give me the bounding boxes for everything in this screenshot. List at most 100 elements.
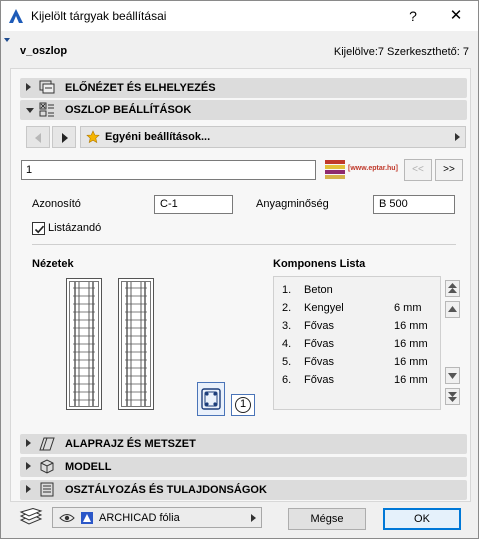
- layer-stack-icon: [19, 508, 43, 525]
- section-number: 1: [239, 398, 247, 410]
- scroll-to-bottom-button[interactable]: [445, 388, 460, 405]
- eptar-logo-mark: [325, 160, 345, 179]
- collapse-marker-icon[interactable]: [4, 38, 10, 42]
- item-number: 2.: [282, 302, 292, 314]
- chevron-right-icon: [455, 133, 460, 141]
- expand-arrow-icon: [26, 439, 31, 447]
- section-label: OSZTÁLYOZÁS ÉS TULAJDONSÁGOK: [65, 484, 267, 496]
- previous-page-button[interactable]: <<: [404, 159, 432, 181]
- section-label: ALAPRAJZ ÉS METSZET: [65, 438, 196, 450]
- list-item[interactable]: 4. Fővas 16 mm: [274, 338, 442, 356]
- listed-label: Listázandó: [48, 222, 102, 234]
- down-arrow-icon: [448, 373, 457, 379]
- favorites-dropdown[interactable]: Egyéni beállítások...: [80, 126, 466, 148]
- list-item[interactable]: 2. Kengyel 6 mm: [274, 302, 442, 320]
- component-list: 1. Beton 2. Kengyel 6 mm 3. Fővas 16 mm …: [273, 276, 441, 410]
- id-label: Azonosító: [32, 198, 81, 210]
- next-favorite-button[interactable]: [52, 126, 76, 148]
- item-number: 1.: [282, 284, 292, 296]
- close-button[interactable]: ✕: [441, 5, 471, 27]
- listed-checkbox[interactable]: [32, 222, 45, 235]
- settings-dialog: Kijelölt tárgyak beállításai ? ✕ v_oszlo…: [0, 0, 479, 539]
- cross-section-icon: [201, 388, 221, 410]
- logo-text: [www.eptar.hu]: [348, 165, 398, 172]
- section-label: ELŐNÉZET ÉS ELHELYEZÉS: [65, 82, 216, 94]
- components-heading: Komponens Lista: [273, 258, 366, 270]
- list-item[interactable]: 5. Fővas 16 mm: [274, 356, 442, 374]
- classification-list-icon: [40, 482, 54, 497]
- scroll-to-top-button[interactable]: [445, 280, 460, 297]
- next-page-button[interactable]: >>: [435, 159, 463, 181]
- element-name: v_oszlop: [20, 45, 68, 57]
- selection-info: Kijelölve:7 Szerkeszthető: 7: [333, 46, 469, 58]
- right-arrow-icon: [62, 133, 68, 143]
- views-heading: Nézetek: [32, 258, 74, 270]
- double-up-arrow-icon: [448, 283, 457, 293]
- section-model-header[interactable]: MODELL: [20, 457, 467, 477]
- ok-button[interactable]: OK: [383, 508, 461, 530]
- item-name: Fővas: [304, 338, 334, 350]
- layer-label: ARCHICAD fólia: [99, 512, 180, 524]
- up-arrow-icon: [448, 306, 457, 312]
- scroll-down-button[interactable]: [445, 367, 460, 384]
- eptar-logo: [www.eptar.hu]: [323, 159, 398, 181]
- item-name: Fővas: [304, 320, 334, 332]
- scroll-up-button[interactable]: [445, 301, 460, 318]
- material-label: Anyagminőség: [256, 198, 329, 210]
- chevron-right-icon: [251, 514, 256, 522]
- checkmark-icon: [34, 225, 45, 234]
- archicad-app-icon: [9, 9, 23, 23]
- item-number: 3.: [282, 320, 292, 332]
- item-name: Fővas: [304, 374, 334, 386]
- item-name: Kengyel: [304, 302, 344, 314]
- collapse-arrow-icon: [26, 108, 34, 113]
- item-size: 6 mm: [394, 302, 422, 314]
- floorplan-section-icon: [39, 437, 55, 451]
- item-size: 16 mm: [394, 356, 428, 368]
- divider: [32, 244, 456, 245]
- section-label: MODELL: [65, 461, 112, 473]
- title-bar: Kijelölt tárgyak beállításai ? ✕: [1, 1, 478, 31]
- window-title: Kijelölt tárgyak beállításai: [31, 9, 167, 23]
- previous-favorite-button[interactable]: [26, 126, 50, 148]
- eye-icon: [59, 514, 75, 522]
- favorites-star-icon: [86, 130, 100, 144]
- cross-section-view-button[interactable]: [197, 382, 225, 416]
- section-column-settings-header[interactable]: OSZLOP BEÁLLÍTÁSOK: [20, 100, 467, 120]
- item-size: 16 mm: [394, 338, 428, 350]
- left-arrow-icon: [35, 133, 41, 143]
- layer-dropdown[interactable]: ARCHICAD fólia: [52, 507, 262, 528]
- item-name: Fővas: [304, 356, 334, 368]
- favorites-bar: Egyéni beállítások...: [20, 126, 467, 148]
- section-preview-header[interactable]: ELŐNÉZET ÉS ELHELYEZÉS: [20, 78, 467, 98]
- expand-arrow-icon: [26, 462, 31, 470]
- id-input[interactable]: C-1: [154, 195, 233, 214]
- list-item[interactable]: 6. Fővas 16 mm: [274, 374, 442, 392]
- expand-arrow-icon: [26, 485, 31, 493]
- help-button[interactable]: ?: [399, 5, 427, 27]
- item-size: 16 mm: [394, 374, 428, 386]
- section-classification-header[interactable]: OSZTÁLYOZÁS ÉS TULAJDONSÁGOK: [20, 480, 467, 500]
- list-item[interactable]: 3. Fővas 16 mm: [274, 320, 442, 338]
- material-input[interactable]: B 500: [373, 195, 455, 214]
- column-side-view-1: [66, 278, 102, 410]
- section-floorplan-header[interactable]: ALAPRAJZ ÉS METSZET: [20, 434, 467, 454]
- list-item[interactable]: 1. Beton: [274, 284, 442, 302]
- expand-arrow-icon: [26, 83, 31, 91]
- double-down-arrow-icon: [448, 392, 457, 402]
- item-number: 4.: [282, 338, 292, 350]
- parameters-icon: [39, 102, 54, 117]
- item-name: Beton: [304, 284, 333, 296]
- cancel-button[interactable]: Mégse: [288, 508, 366, 530]
- model-cube-icon: [40, 459, 54, 474]
- layer-color-icon: [81, 512, 93, 524]
- item-number: 6.: [282, 374, 292, 386]
- favorites-label: Egyéni beállítások...: [105, 131, 211, 143]
- item-size: 16 mm: [394, 320, 428, 332]
- item-number: 5.: [282, 356, 292, 368]
- column-side-view-2: [118, 278, 154, 410]
- library-name-input[interactable]: 1: [21, 160, 316, 180]
- preview-placement-icon: [39, 80, 55, 94]
- numbering-view-button[interactable]: 1: [231, 394, 255, 416]
- section-label: OSZLOP BEÁLLÍTÁSOK: [65, 104, 192, 116]
